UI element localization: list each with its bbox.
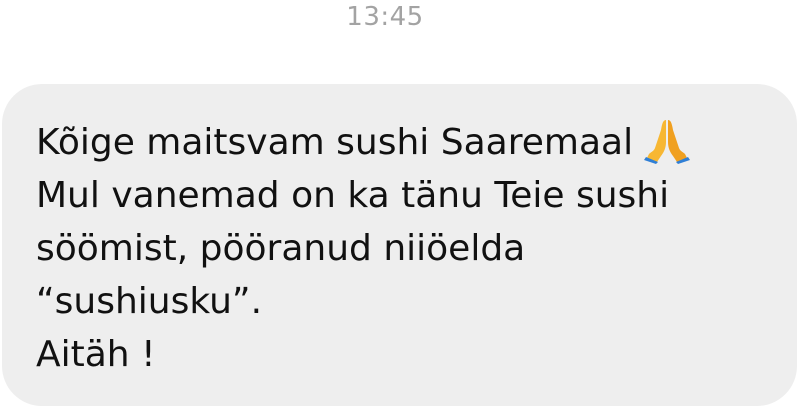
message-bubble[interactable]: Kõige maitsvam sushi Saaremaal Mul vanem… [2, 84, 797, 406]
folded-hands-icon [643, 116, 691, 164]
message-line: Mul vanemad on ka tänu Teie sushi [36, 175, 670, 216]
message-line: “sushiusku”. [36, 281, 263, 322]
message-text: Kõige maitsvam sushi Saaremaal [36, 122, 634, 163]
message-line: Kõige maitsvam sushi Saaremaal [36, 116, 777, 169]
message-line: Aitäh ! [36, 334, 156, 375]
message-timestamp: 13:45 [346, 2, 424, 32]
message-line: söömist, pööranud niiöelda [36, 228, 526, 269]
